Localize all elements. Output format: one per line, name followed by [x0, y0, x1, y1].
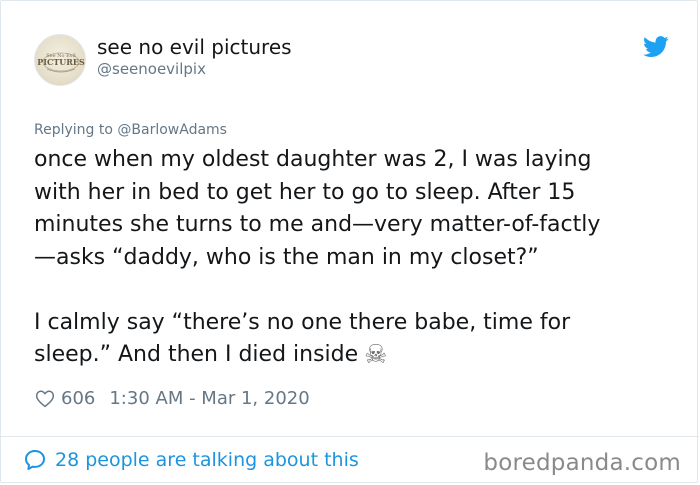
conversation-label[interactable]: 28 people are talking about this	[55, 449, 359, 471]
tweet-body: once when my oldest daughter was 2, I wa…	[34, 144, 684, 372]
conversation-link[interactable]: 28 people are talking about this	[23, 448, 359, 472]
replying-to-handle[interactable]: @BarlowAdams	[117, 122, 227, 138]
heart-icon[interactable]	[35, 389, 55, 408]
replying-to-prefix: Replying to	[34, 122, 113, 138]
boredpanda-watermark: boredpanda.com	[483, 450, 681, 476]
avatar-logo-image: See No Evil PICTURES	[37, 52, 85, 73]
like-count[interactable]: 606	[61, 388, 95, 409]
author-display-name[interactable]: see no evil pictures	[97, 35, 292, 59]
tweet-line: —asks “daddy, who is the man in my close…	[34, 244, 539, 270]
author-handle[interactable]: @seenoevilpix	[97, 60, 206, 78]
speech-bubble-icon	[25, 450, 45, 470]
svg-text:PICTURES: PICTURES	[37, 57, 85, 67]
twitter-bird-icon[interactable]	[643, 36, 669, 58]
tweet-line: with her in bed to get her to go to slee…	[34, 179, 576, 205]
tweet-line-last: sleep.” And then I died inside ☠	[34, 339, 684, 372]
author-avatar[interactable]: See No Evil PICTURES	[34, 34, 86, 86]
tweet-card: See No Evil PICTURES see no evil picture…	[0, 0, 699, 483]
tweet-timestamp[interactable]: 1:30 AM - Mar 1, 2020	[109, 388, 309, 409]
tweet-line: I calmly say “there’s no one there babe,…	[34, 309, 571, 335]
footer-divider	[1, 436, 699, 437]
tweet-line: minutes she turns to me and—very matter-…	[34, 212, 601, 237]
replying-to-line: Replying to @BarlowAdams	[34, 122, 227, 138]
tweet-meta: 606 1:30 AM - Mar 1, 2020	[35, 385, 310, 411]
skull-crossbones-emoji: ☠	[364, 340, 388, 370]
tweet-line: once when my oldest daughter was 2, I wa…	[34, 147, 592, 172]
tweet-line-text: sleep.” And then I died inside	[34, 342, 359, 367]
